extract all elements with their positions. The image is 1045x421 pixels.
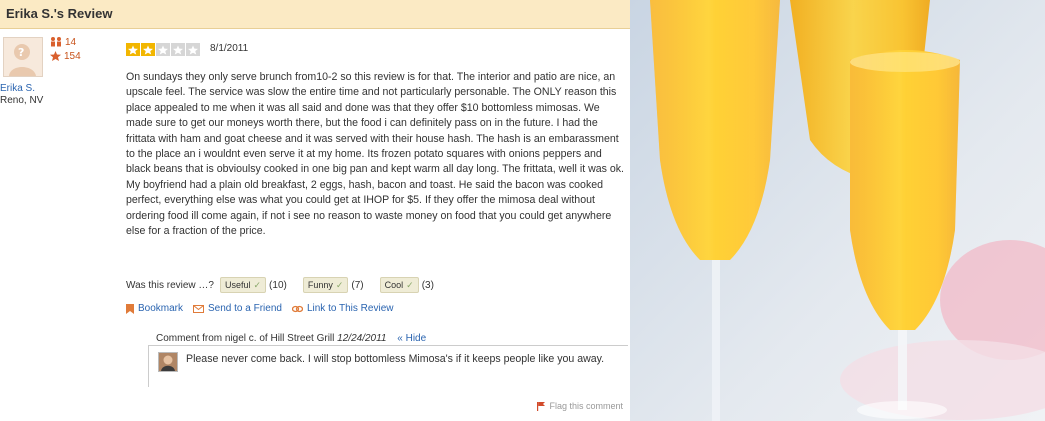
review-actions: Bookmark Send to a Friend Link to This R… xyxy=(126,303,403,314)
default-avatar-icon: ? xyxy=(4,38,42,76)
chain-link-icon xyxy=(291,305,303,312)
check-icon: ✓ xyxy=(335,279,344,290)
comment-meta: Comment from nigel c. of Hill Street Gri… xyxy=(156,333,427,344)
flag-icon xyxy=(537,401,546,411)
flag-comment-link[interactable]: Flag this comment xyxy=(537,401,623,411)
hide-comment-link[interactable]: « Hide xyxy=(397,333,426,344)
review-panel: Erika S.'s Review ? Erika S. Reno, NV 14… xyxy=(0,0,630,421)
vote-prompt: Was this review …? xyxy=(126,279,214,291)
cool-button[interactable]: Cool ✓ xyxy=(379,277,419,293)
star-icon xyxy=(141,43,155,56)
mimosa-photo xyxy=(630,0,1045,421)
vote-row: Was this review …? Useful ✓ (10) Funny ✓ (… xyxy=(126,277,444,293)
star-icon xyxy=(126,43,140,56)
reviews-count: 154 xyxy=(50,51,81,62)
star-icon xyxy=(156,43,170,56)
review-text: On sundays they only serve brunch from10… xyxy=(126,71,624,238)
funny-count: (7) xyxy=(351,279,364,291)
bookmark-link[interactable]: Bookmark xyxy=(126,303,183,314)
star-icon xyxy=(50,51,61,62)
useful-button[interactable]: Useful ✓ xyxy=(219,277,267,293)
owner-photo-icon xyxy=(159,353,177,371)
check-icon: ✓ xyxy=(253,279,262,290)
star-icon xyxy=(186,43,200,56)
user-avatar[interactable]: ? xyxy=(3,37,43,77)
star-icon xyxy=(171,43,185,56)
friends-icon xyxy=(51,37,61,47)
useful-count: (10) xyxy=(269,279,287,291)
friends-count: 14 xyxy=(50,37,76,48)
mimosa-glasses-image xyxy=(630,0,1045,421)
owner-avatar[interactable] xyxy=(158,352,178,372)
comment-date: 12/24/2011 xyxy=(337,333,387,344)
check-icon: ✓ xyxy=(406,279,414,290)
bookmark-icon xyxy=(126,303,134,314)
funny-button[interactable]: Funny ✓ xyxy=(302,277,349,293)
star-rating xyxy=(126,43,200,56)
user-location: Reno, NV xyxy=(0,95,44,106)
link-to-review-link[interactable]: Link to This Review xyxy=(291,303,393,314)
review-header: Erika S.'s Review xyxy=(0,0,630,29)
comment-text: Please never come back. I will stop bott… xyxy=(186,353,605,365)
review-date: 8/1/2011 xyxy=(210,43,249,54)
page-title: Erika S.'s Review xyxy=(6,6,113,21)
user-name-link[interactable]: Erika S. xyxy=(0,83,35,94)
envelope-icon xyxy=(193,304,205,313)
cool-count: (3) xyxy=(421,279,434,291)
svg-text:?: ? xyxy=(18,46,24,59)
send-to-friend-link[interactable]: Send to a Friend xyxy=(193,303,282,314)
